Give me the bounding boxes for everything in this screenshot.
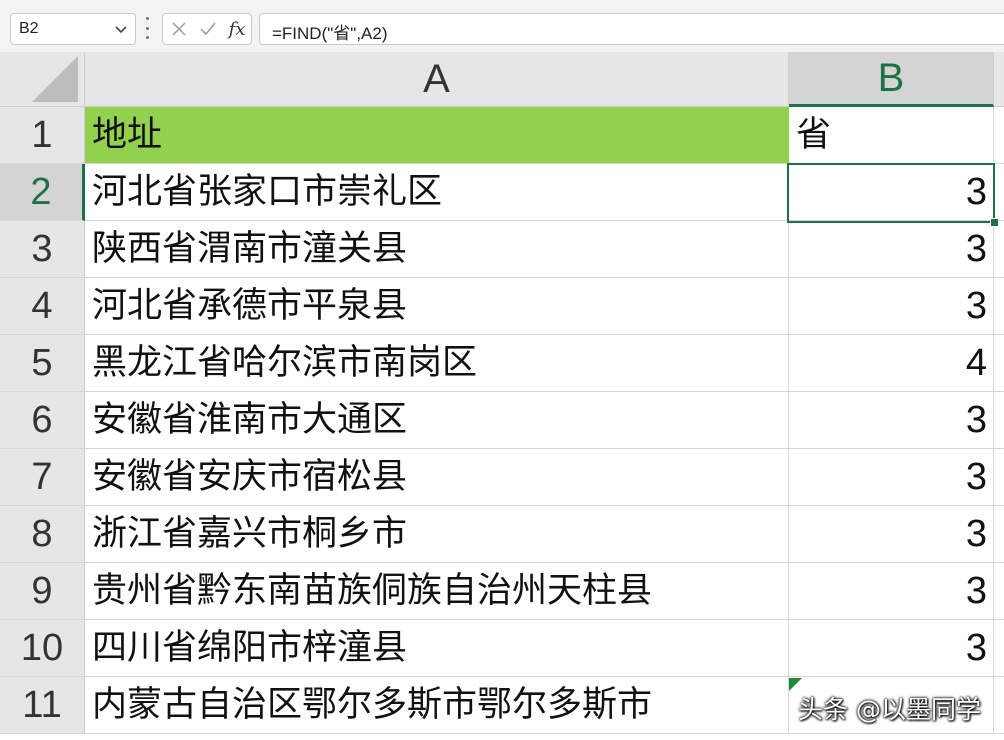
- cell-b7[interactable]: 3: [789, 449, 994, 506]
- cell-a8[interactable]: 浙江省嘉兴市桐乡市: [85, 506, 789, 563]
- cell-a4[interactable]: 河北省承德市平泉县: [85, 278, 789, 335]
- chevron-down-icon[interactable]: [114, 22, 128, 36]
- cell-a11[interactable]: 内蒙古自治区鄂尔多斯市鄂尔多斯市: [85, 677, 789, 734]
- column-header-a[interactable]: A: [85, 52, 789, 107]
- row-header-10[interactable]: 10: [0, 620, 85, 677]
- row-header-1[interactable]: 1: [0, 107, 85, 164]
- confirm-icon[interactable]: [194, 14, 222, 44]
- cancel-icon[interactable]: [165, 14, 193, 44]
- row-header-5[interactable]: 5: [0, 335, 85, 392]
- cell-a2[interactable]: 河北省张家口市崇礼区: [85, 164, 789, 221]
- row-header-3[interactable]: 3: [0, 221, 85, 278]
- select-all-button[interactable]: [0, 52, 85, 107]
- fill-handle[interactable]: [990, 218, 999, 227]
- cell-c4[interactable]: [994, 278, 1004, 335]
- cell-a10[interactable]: 四川省绵阳市梓潼县: [85, 620, 789, 677]
- cell-c9[interactable]: [994, 563, 1004, 620]
- cell-c10[interactable]: [994, 620, 1004, 677]
- fx-icon: fx: [228, 18, 246, 40]
- watermark: 头条 @以墨同学: [798, 695, 981, 724]
- cell-c8[interactable]: [994, 506, 1004, 563]
- cell-c3[interactable]: [994, 221, 1004, 278]
- formula-buttons: fx: [162, 13, 252, 45]
- cell-b6[interactable]: 3: [789, 392, 994, 449]
- cell-c6[interactable]: [994, 392, 1004, 449]
- cell-a7[interactable]: 安徽省安庆市宿松县: [85, 449, 789, 506]
- row-header-11[interactable]: 11: [0, 677, 85, 734]
- cell-c1[interactable]: [994, 107, 1004, 164]
- cell-b4[interactable]: 3: [789, 278, 994, 335]
- column-header-c[interactable]: [994, 52, 1004, 107]
- cell-b8[interactable]: 3: [789, 506, 994, 563]
- cell-c11[interactable]: [994, 677, 1004, 734]
- formula-input[interactable]: =FIND("省",A2): [259, 13, 1004, 45]
- cell-c2[interactable]: [994, 164, 1004, 221]
- cell-b10[interactable]: 3: [789, 620, 994, 677]
- row-header-2[interactable]: 2: [0, 164, 85, 221]
- cell-a3[interactable]: 陕西省渭南市潼关县: [85, 221, 789, 278]
- row-header-6[interactable]: 6: [0, 392, 85, 449]
- cell-a1[interactable]: 地址: [85, 107, 789, 164]
- cell-a6[interactable]: 安徽省淮南市大通区: [85, 392, 789, 449]
- row-header-7[interactable]: 7: [0, 449, 85, 506]
- insert-function-button[interactable]: fx: [223, 14, 251, 44]
- cell-a9[interactable]: 贵州省黔东南苗族侗族自治州天柱县: [85, 563, 789, 620]
- cell-b9[interactable]: 3: [789, 563, 994, 620]
- cell-a5[interactable]: 黑龙江省哈尔滨市南岗区: [85, 335, 789, 392]
- row-header-4[interactable]: 4: [0, 278, 85, 335]
- cell-b2[interactable]: 3: [789, 164, 994, 221]
- cell-b1[interactable]: 省: [789, 107, 994, 164]
- column-header-b[interactable]: B: [789, 52, 994, 107]
- cell-b5[interactable]: 4: [789, 335, 994, 392]
- row-header-8[interactable]: 8: [0, 506, 85, 563]
- name-box-value: B2: [19, 20, 39, 37]
- cell-b3[interactable]: 3: [789, 221, 994, 278]
- formula-bar: B2 fx =FIND("省",A2): [0, 0, 1004, 53]
- formula-text: =FIND("省",A2): [272, 24, 388, 43]
- name-box[interactable]: B2: [10, 13, 136, 45]
- cell-c5[interactable]: [994, 335, 1004, 392]
- cell-c7[interactable]: [994, 449, 1004, 506]
- drag-handle-icon[interactable]: [144, 17, 150, 39]
- row-header-9[interactable]: 9: [0, 563, 85, 620]
